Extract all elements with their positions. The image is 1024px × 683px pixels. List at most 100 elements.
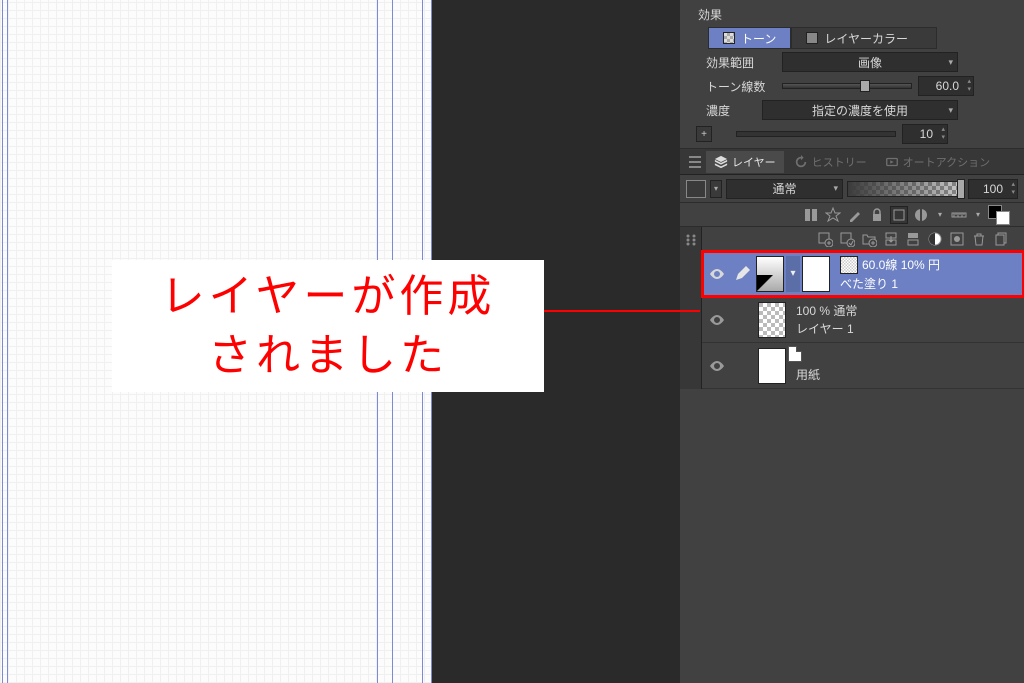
eye-icon	[709, 360, 725, 372]
guide-line	[2, 0, 8, 683]
layer-color-icon[interactable]	[988, 205, 1010, 225]
panel-grip-icon[interactable]	[682, 231, 700, 249]
create-mask-icon[interactable]	[926, 230, 944, 248]
mask-enable-icon[interactable]	[912, 206, 930, 224]
layer-name[interactable]: べた塗り 1	[840, 275, 1024, 292]
link-indicator-icon[interactable]: ▾	[786, 256, 800, 292]
tab-history-label: ヒストリー	[812, 154, 867, 170]
panel-menu-icon[interactable]	[686, 153, 704, 171]
tone-lines-slider[interactable]	[782, 83, 912, 89]
tone-swatch-icon	[723, 32, 735, 44]
merge-down-icon[interactable]	[904, 230, 922, 248]
density-label: 濃度	[706, 102, 756, 119]
paper-type-icon	[788, 346, 802, 362]
blend-mode-value: 通常	[772, 180, 796, 197]
eye-icon	[709, 314, 725, 326]
layer-actions-toolbar	[702, 227, 1024, 251]
layer-row-fill[interactable]: ▾ 60.0線 10% 円 べた塗り 1	[702, 251, 1024, 297]
layer-list: ▾ 60.0線 10% 円 べた塗り 1	[702, 251, 1024, 389]
layer-thumbnail[interactable]	[758, 302, 786, 338]
apply-mask-icon[interactable]	[948, 230, 966, 248]
edit-target-icon[interactable]	[732, 256, 752, 292]
layercolor-swatch-icon	[806, 32, 818, 44]
effect-range-value: 画像	[858, 54, 882, 71]
layer-lock-toolbar: ▾ ▾	[680, 203, 1024, 227]
tone-lines-field[interactable]: 60.0 ▴▾	[918, 76, 974, 96]
tab-layer-panel[interactable]: レイヤー	[706, 151, 784, 173]
tab-tone[interactable]: トーン	[708, 27, 791, 49]
blend-row: ▾ 通常 100 ▴▾	[680, 175, 1024, 203]
mask-thumbnail[interactable]	[802, 256, 830, 292]
tone-lines-value: 60.0	[936, 79, 959, 93]
expand-button[interactable]: +	[696, 126, 712, 142]
tab-layercolor-label: レイヤーカラー	[824, 30, 908, 47]
blend-mode-dropdown[interactable]: 通常	[726, 179, 843, 199]
layer-name[interactable]: 用紙	[796, 366, 1024, 383]
panel-tab-bar: レイヤー ヒストリー オートアクション	[680, 149, 1024, 175]
chevron-down-icon[interactable]: ▾	[972, 206, 984, 224]
chevron-down-icon[interactable]: ▾	[934, 206, 946, 224]
density-dropdown[interactable]: 指定の濃度を使用	[762, 100, 958, 120]
tab-layer-label: レイヤー	[732, 154, 776, 170]
effects-heading: 効果	[698, 6, 768, 23]
effect-range-label: 効果範囲	[706, 54, 776, 71]
history-icon	[794, 155, 808, 169]
layer-panel-sidebar	[680, 227, 702, 389]
layer-tone-info: 60.0線 10% 円	[862, 256, 940, 273]
effect-range-dropdown[interactable]: 画像	[782, 52, 958, 72]
slider-knob[interactable]	[957, 179, 965, 199]
panel-empty-area	[680, 389, 1024, 589]
effects-section: 効果 トーン レイヤーカラー 効果範囲 画像 トーン線数	[680, 0, 1024, 149]
spinner-icon[interactable]: ▴▾	[967, 78, 971, 94]
annotation-text-2: されました	[208, 326, 448, 385]
visibility-toggle[interactable]	[702, 360, 732, 372]
clip-mask-icon[interactable]	[802, 206, 820, 224]
properties-panel: 効果 トーン レイヤーカラー 効果範囲 画像 トーン線数	[680, 0, 1024, 683]
tab-autoaction-panel[interactable]: オートアクション	[877, 151, 998, 173]
transfer-down-icon[interactable]	[882, 230, 900, 248]
layer-opacity-mode: 100 % 通常	[796, 302, 1024, 319]
delete-layer-icon[interactable]	[970, 230, 988, 248]
ruler-toggle-icon[interactable]	[950, 206, 968, 224]
layer-thumbnail[interactable]	[758, 348, 786, 384]
angle-slider[interactable]	[736, 131, 896, 137]
tab-history-panel[interactable]: ヒストリー	[786, 151, 875, 173]
opacity-value: 100	[983, 182, 1003, 196]
layer-row-raster[interactable]: 100 % 通常 レイヤー 1	[702, 297, 1024, 343]
visibility-toggle[interactable]	[702, 268, 732, 280]
opacity-field[interactable]: 100 ▴▾	[968, 179, 1018, 199]
layer-thumbnail[interactable]	[756, 256, 784, 292]
slider-knob[interactable]	[860, 80, 870, 92]
annotation-text-1: レイヤーが作成	[161, 267, 496, 326]
angle-field[interactable]: 10 ▴▾	[902, 124, 948, 144]
layers-icon	[714, 155, 728, 169]
duplicate-layer-icon[interactable]	[992, 230, 1010, 248]
new-vector-layer-icon[interactable]	[838, 230, 856, 248]
opacity-slider[interactable]	[847, 181, 964, 197]
annotation-leader-line	[544, 310, 700, 312]
layer-name[interactable]: レイヤー 1	[796, 320, 1024, 337]
autoaction-icon	[885, 155, 899, 169]
tab-autoaction-label: オートアクション	[903, 154, 990, 170]
layer-color-swatch[interactable]	[686, 180, 706, 198]
lock-group-icon[interactable]	[890, 206, 908, 224]
tone-lines-label: トーン線数	[706, 78, 776, 95]
layer-row-paper[interactable]: 用紙	[702, 343, 1024, 389]
spinner-icon[interactable]: ▴▾	[941, 126, 945, 142]
tab-layer-color[interactable]: レイヤーカラー	[791, 27, 937, 49]
new-raster-layer-icon[interactable]	[816, 230, 834, 248]
new-folder-icon[interactable]	[860, 230, 878, 248]
density-value: 指定の濃度を使用	[812, 102, 908, 119]
reference-layer-icon[interactable]	[824, 206, 842, 224]
visibility-toggle[interactable]	[702, 314, 732, 326]
tone-pattern-icon	[840, 256, 858, 274]
angle-value: 10	[920, 127, 933, 141]
eye-icon	[709, 268, 725, 280]
swatch-menu-chevron[interactable]: ▾	[710, 180, 722, 198]
annotation-callout: レイヤーが作成 されました	[112, 260, 544, 392]
lock-icon[interactable]	[868, 206, 886, 224]
spinner-icon[interactable]: ▴▾	[1011, 181, 1015, 197]
effects-tabs: トーン レイヤーカラー	[708, 27, 937, 49]
tab-tone-label: トーン	[741, 30, 776, 47]
draft-layer-icon[interactable]	[846, 206, 864, 224]
